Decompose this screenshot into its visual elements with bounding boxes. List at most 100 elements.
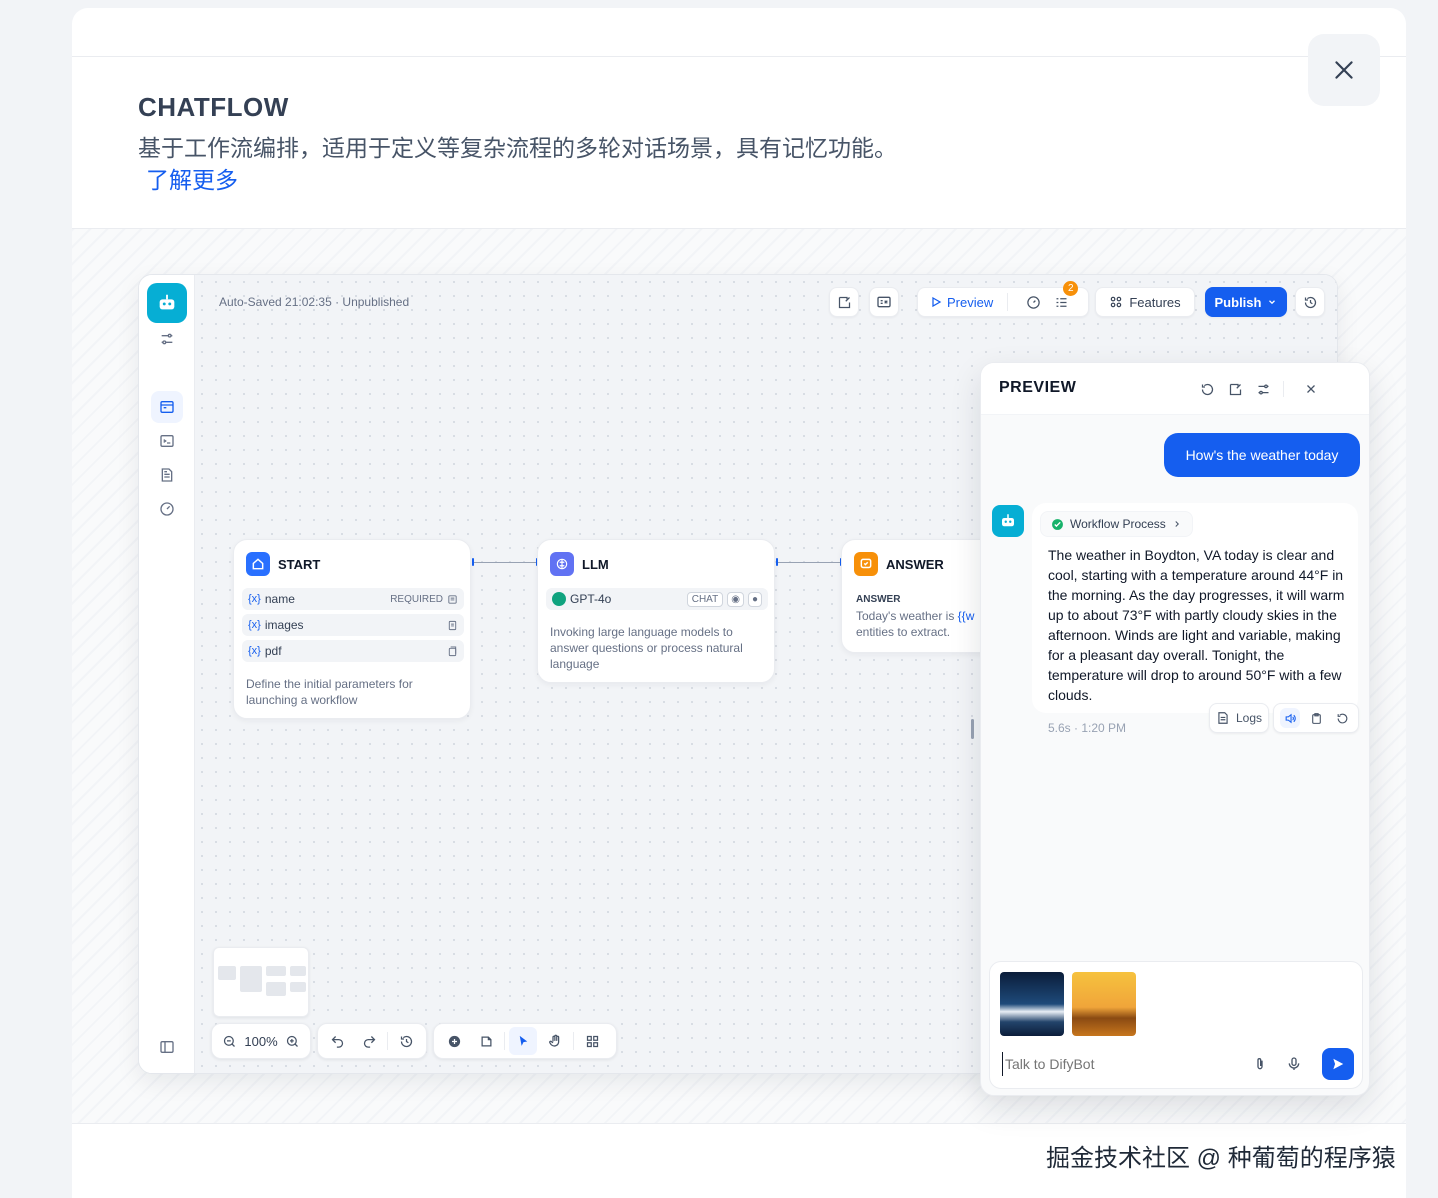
version-history-button[interactable]: [1295, 287, 1325, 317]
variable-icon: {x}: [248, 619, 261, 631]
publish-button[interactable]: Publish: [1205, 287, 1287, 317]
checklist-run-button[interactable]: [1022, 291, 1044, 313]
hand-icon: [548, 1034, 559, 1047]
chat-input[interactable]: [1002, 1052, 1232, 1076]
zoom-level[interactable]: 100%: [244, 1034, 277, 1049]
uploaded-image-desert[interactable]: [1072, 972, 1136, 1036]
sidebar-item-orchestrate[interactable]: [151, 391, 183, 423]
add-node-button[interactable]: [440, 1027, 468, 1055]
sidebar-collapse[interactable]: [151, 1031, 183, 1063]
features-button[interactable]: Features: [1095, 287, 1195, 317]
env-button[interactable]: [869, 287, 899, 317]
send-button[interactable]: [1322, 1048, 1354, 1080]
send-icon: [1333, 1058, 1344, 1070]
app-avatar[interactable]: [147, 283, 187, 323]
controls-divider: [573, 1032, 574, 1050]
panel-resize-handle[interactable]: [971, 719, 974, 739]
checklist-badge: 2: [1063, 281, 1079, 296]
run-history-button[interactable]: [829, 287, 859, 317]
zoom-out-button[interactable]: [218, 1027, 240, 1055]
start-var-row[interactable]: {x} images: [242, 614, 464, 636]
model-selector[interactable]: GPT-4o CHAT ◉ ●: [546, 588, 768, 610]
zoom-in-button[interactable]: [282, 1027, 304, 1055]
bot-message-card: Workflow Process The weather in Boydton,…: [1032, 503, 1358, 713]
tool-controls: [433, 1023, 617, 1059]
sidebar-item-monitoring[interactable]: [151, 493, 183, 525]
logs-button[interactable]: Logs: [1209, 703, 1270, 733]
settings-button[interactable]: [1249, 375, 1277, 403]
edge-start-llm[interactable]: [474, 562, 536, 563]
voice-input-button[interactable]: [1280, 1050, 1308, 1078]
grid-icon: [1111, 296, 1122, 308]
llm-node[interactable]: LLM GPT-4o CHAT ◉ ● Invoking large langu…: [537, 539, 775, 683]
close-preview-button[interactable]: [1297, 375, 1325, 403]
message-edit-icon: [1229, 383, 1241, 395]
gauge-icon: [160, 502, 174, 516]
eye-icon: ●: [747, 591, 762, 607]
add-note-button[interactable]: [472, 1027, 500, 1055]
history-icon: [1304, 296, 1316, 308]
preview-title: PREVIEW: [999, 379, 1077, 396]
answer-node-header: ANSWER: [854, 552, 944, 576]
play-icon: [932, 296, 942, 308]
llm-node-title: LLM: [582, 556, 609, 572]
change-history-button[interactable]: [392, 1027, 420, 1055]
minimap-node: [290, 966, 306, 976]
history-controls: [317, 1023, 427, 1059]
workflow-process-toggle[interactable]: Workflow Process: [1040, 511, 1193, 537]
start-var-row[interactable]: {x} pdf: [242, 640, 464, 662]
redo-button[interactable]: [356, 1027, 384, 1055]
tts-button[interactable]: [1280, 708, 1300, 728]
message-actions: [1273, 703, 1359, 733]
modal-top-divider: [72, 56, 1406, 57]
preview-button-label: Preview: [947, 294, 994, 310]
learn-more-link[interactable]: 了解更多: [146, 167, 238, 193]
answer-label: ANSWER: [856, 594, 901, 605]
minimap[interactable]: [213, 947, 309, 1017]
start-var-name: pdf: [264, 644, 282, 658]
hand-mode-button[interactable]: [541, 1027, 569, 1055]
answer-node-title: ANSWER: [886, 556, 944, 572]
zoom-in-icon: [287, 1035, 299, 1047]
document-icon: [161, 468, 173, 482]
toolbar-divider: [1007, 293, 1009, 311]
start-var-row[interactable]: {x} name REQUIRED: [242, 588, 464, 610]
cursor-icon: [519, 1035, 527, 1046]
organize-button[interactable]: [578, 1027, 606, 1055]
sidebar-item-settings[interactable]: [151, 323, 183, 355]
note-icon: [481, 1036, 491, 1046]
uploaded-image-mountain[interactable]: [1000, 972, 1064, 1036]
checklist-button[interactable]: 2: [1050, 281, 1079, 313]
start-node[interactable]: START {x} name REQUIRED {x} images {x} p…: [233, 539, 471, 719]
sidebar-item-logs[interactable]: [151, 459, 183, 491]
robot-icon: [1002, 514, 1014, 527]
edge-llm-answer[interactable]: [778, 562, 840, 563]
features-label: Features: [1129, 294, 1181, 310]
variable-icon: {x}: [248, 593, 261, 605]
bot-message-text: The weather in Boydton, VA today is clea…: [1048, 547, 1345, 703]
restart-button[interactable]: [1193, 375, 1221, 403]
log-file-icon: [1218, 712, 1228, 724]
pointer-mode-button[interactable]: [509, 1027, 537, 1055]
template-title: CHATFLOW: [138, 92, 289, 122]
regenerate-button[interactable]: [1332, 708, 1352, 728]
preview-button[interactable]: Preview: [930, 295, 993, 310]
sidebar-item-api[interactable]: [151, 425, 183, 457]
model-name: GPT-4o: [570, 592, 612, 606]
bot-avatar: [992, 505, 1024, 537]
answer-text-prefix: Today's weather is: [856, 609, 958, 623]
minimap-node: [266, 982, 286, 996]
terminal-icon: [160, 435, 174, 447]
paperclip-icon: [1257, 1058, 1263, 1070]
template-description: 基于工作流编排，适用于定义等复杂流程的多轮对话场景，具有记忆功能。了解更多: [138, 132, 898, 196]
variable-inspect-button[interactable]: [1221, 375, 1249, 403]
required-tag: REQUIRED: [390, 593, 443, 605]
text-type-icon: [448, 594, 457, 604]
copy-button[interactable]: [1306, 708, 1326, 728]
preview-header: PREVIEW: [981, 363, 1369, 415]
workflow-process-label: Workflow Process: [1070, 517, 1166, 531]
attach-button[interactable]: [1246, 1050, 1274, 1078]
answer-text-suffix: entities to extract.: [856, 625, 951, 639]
close-button[interactable]: [1308, 34, 1380, 106]
undo-button[interactable]: [324, 1027, 352, 1055]
